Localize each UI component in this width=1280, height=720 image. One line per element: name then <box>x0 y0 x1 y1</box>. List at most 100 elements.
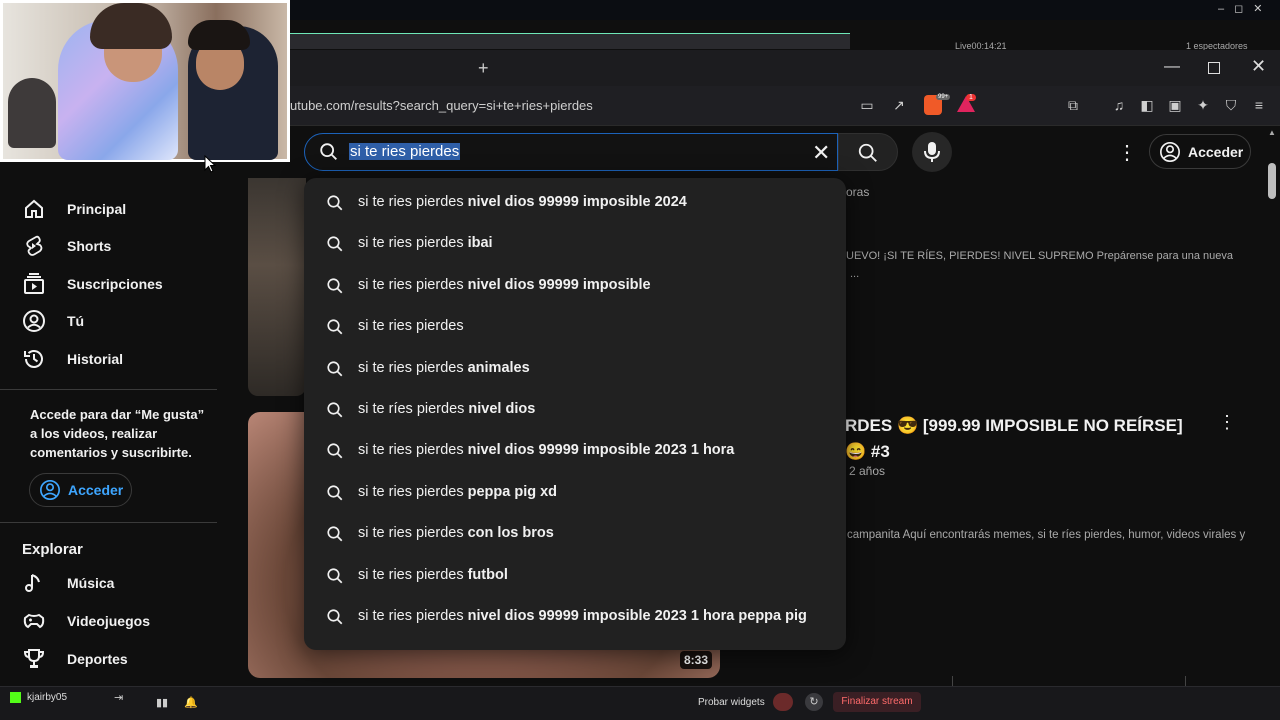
url-field[interactable]: utube.com/results?search_query=si+te+rie… <box>290 98 593 113</box>
media-icon[interactable]: ♫ <box>1110 97 1128 113</box>
sidebar-item-historial[interactable]: Historial <box>0 340 217 378</box>
suggestion-item[interactable]: si te ries pierdes nivel dios 99999 impo… <box>304 181 846 222</box>
suggestion-item[interactable]: si te ríes pierdes nivel dios <box>304 388 846 429</box>
suggestion-item[interactable]: si te ries pierdes futbol <box>304 554 846 595</box>
suggestion-item[interactable]: si te ries pierdes ibai <box>304 222 846 263</box>
search-icon <box>327 195 343 211</box>
translate-icon[interactable]: ⧉ <box>1064 97 1082 113</box>
video-title[interactable]: RDES 😎 [999.99 IMPOSIBLE NO REÍRSE] 😄 #3 <box>845 413 1185 465</box>
kick-logo-icon <box>10 692 21 703</box>
video-thumbnail[interactable] <box>248 178 306 396</box>
wallet-icon[interactable]: ▣ <box>1166 97 1184 113</box>
sidebar-item-deportes[interactable]: Deportes <box>0 640 217 678</box>
sidebar-item-label: Suscripciones <box>67 276 163 292</box>
voice-search-button[interactable] <box>912 132 952 172</box>
result-meta: oras <box>846 185 870 199</box>
page-scrollbar[interactable] <box>1268 163 1276 199</box>
suggestion-text: si te ríes pierdes nivel dios <box>358 401 535 417</box>
webcam-hair <box>188 20 250 50</box>
suggestion-text: si te ries pierdes <box>358 318 464 334</box>
suggestion-item[interactable]: si te ries pierdes nivel dios 99999 impo… <box>304 264 846 305</box>
search-icon <box>327 278 343 294</box>
account-icon <box>40 480 60 500</box>
exit-icon[interactable]: ⇥ <box>114 691 123 704</box>
suggestion-item[interactable]: si te ries pierdes nivel dios 99999 impo… <box>304 595 846 636</box>
scroll-up-arrow[interactable]: ▲ <box>1268 128 1276 137</box>
search-icon <box>327 443 343 459</box>
shields-count-badge: 99+ <box>936 94 951 100</box>
user-icon <box>23 310 45 332</box>
clear-search-button[interactable]: ✕ <box>812 140 830 166</box>
sidebar-item-label: Música <box>67 575 115 591</box>
account-icon <box>1160 142 1180 162</box>
suggestion-prefix: si te ríes pierdes <box>358 401 465 417</box>
sidebar-item-videojuegos[interactable]: Videojuegos <box>0 602 217 640</box>
search-button[interactable] <box>838 133 898 171</box>
cast-icon[interactable]: ▭ <box>858 97 876 113</box>
record-icon[interactable] <box>773 693 793 711</box>
suggestion-item[interactable]: si te ries pierdes peppa pig xd <box>304 471 846 512</box>
end-stream-button[interactable]: Finalizar stream <box>833 692 921 712</box>
suggestion-item[interactable]: si te ries pierdes <box>304 305 846 346</box>
search-icon <box>327 361 343 376</box>
search-icon <box>858 143 877 162</box>
search-query-text[interactable]: si te ries pierdes <box>349 143 461 160</box>
try-widgets-button[interactable]: Probar widgets <box>698 697 765 708</box>
sidebar-item-label: Videojuegos <box>67 613 150 629</box>
suggestion-item[interactable]: si te ries pierdes nivel dios 99999 impo… <box>304 429 846 470</box>
signin-button[interactable]: Acceder <box>1149 134 1251 169</box>
share-icon[interactable]: ↗ <box>890 97 908 113</box>
search-icon <box>327 485 343 501</box>
video-duration-badge: 8:33 <box>680 651 713 669</box>
new-tab-button[interactable]: + <box>478 58 489 79</box>
sidebar-item-suscripciones[interactable]: Suscripciones <box>0 265 217 303</box>
suggestion-completion: peppa pig xd <box>463 483 558 500</box>
sidebar-signin-button[interactable]: Acceder <box>29 473 132 507</box>
result-meta: 2 años <box>849 464 886 478</box>
maximize-button[interactable] <box>1208 62 1220 74</box>
trophy-icon <box>23 649 45 668</box>
suggestion-completion: futbol <box>463 566 508 583</box>
suggestion-text: si te ries pierdes futbol <box>358 567 508 583</box>
signin-label: Acceder <box>68 482 124 498</box>
video-options-icon[interactable]: ⋮ <box>1218 412 1236 433</box>
sidebar-item-label: Shorts <box>67 238 112 254</box>
suggestion-item[interactable]: si te ries pierdes animales <box>304 347 846 388</box>
suggestion-text: si te ries pierdes nivel dios 99999 impo… <box>358 277 651 293</box>
bell-icon[interactable]: 🔔 <box>184 696 198 709</box>
explore-heading: Explorar <box>22 541 83 558</box>
search-icon <box>327 236 343 252</box>
sidebar-item-principal[interactable]: Principal <box>0 190 217 228</box>
suggestion-item[interactable]: si te ries pierdes con los bros <box>304 512 846 553</box>
suggestion-text: si te ries pierdes animales <box>358 360 530 376</box>
vpn-shield-icon[interactable]: ⛉ <box>1222 97 1240 113</box>
suggestion-prefix: si te ries pierdes <box>358 276 464 293</box>
suggestion-completion: ibai <box>463 235 493 252</box>
stream-window-controls[interactable]: –◻✕ <box>1218 2 1272 15</box>
more-options-icon[interactable]: ⋮ <box>1117 140 1137 165</box>
stats-icon[interactable]: ▮▮ <box>156 696 168 709</box>
browser-tab-bar <box>290 50 1280 86</box>
close-window-button[interactable]: ✕ <box>1251 56 1266 77</box>
suggestion-prefix: si te ries pierdes <box>358 318 464 335</box>
sidebar-item-musica[interactable]: Música <box>0 564 217 602</box>
mouse-cursor-icon <box>204 155 216 173</box>
leo-ai-icon[interactable]: ✦ <box>1194 97 1212 113</box>
sidebar-item-label: Historial <box>67 351 124 367</box>
suggestion-prefix: si te ries pierdes <box>358 566 464 583</box>
search-icon <box>327 319 343 335</box>
history-icon <box>24 350 43 368</box>
refresh-icon[interactable]: ↻ <box>805 693 823 711</box>
suggestion-text: si te ries pierdes con los bros <box>358 525 554 541</box>
microphone-icon <box>924 142 940 162</box>
sidebar-item-shorts[interactable]: Shorts <box>0 227 217 265</box>
minimize-button[interactable]: — <box>1164 58 1180 76</box>
suggestion-text: si te ries pierdes nivel dios 99999 impo… <box>358 608 807 624</box>
sidebar-item-tu[interactable]: Tú <box>0 302 217 340</box>
sidebar-toggle-icon[interactable]: ◧ <box>1138 97 1156 113</box>
menu-icon[interactable]: ≡ <box>1250 97 1268 113</box>
suggestion-prefix: si te ries pierdes <box>358 359 464 376</box>
sidebar-divider <box>0 522 217 523</box>
stream-username: kjairby05 <box>27 692 68 703</box>
suggestion-completion: nivel dios <box>464 401 536 417</box>
